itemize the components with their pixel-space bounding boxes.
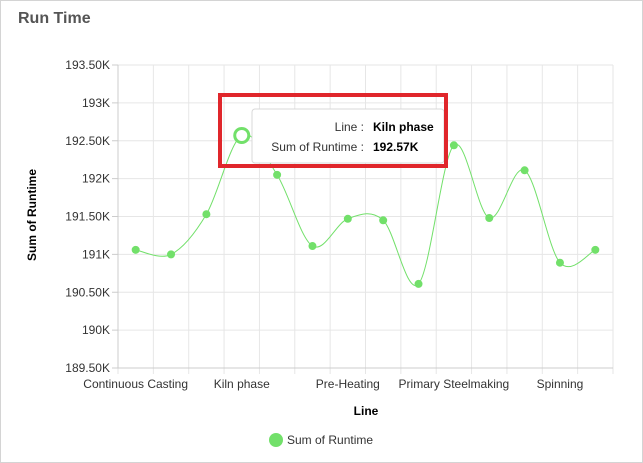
- data-point[interactable]: [414, 279, 423, 288]
- x-tick-label: Pre-Heating: [316, 377, 380, 391]
- y-tick-label: 193K: [82, 96, 110, 110]
- y-tick-label: 193.50K: [65, 58, 110, 72]
- y-tick-label: 191.50K: [65, 210, 110, 224]
- x-tick-label: Kiln phase: [214, 377, 270, 391]
- y-axis-title: Sum of Runtime: [25, 169, 39, 261]
- tooltip-runtime-value: 192.57K: [373, 140, 419, 154]
- x-tick-label: Primary Steelmaking: [399, 377, 510, 391]
- data-point[interactable]: [202, 210, 211, 219]
- data-point[interactable]: [555, 258, 564, 267]
- y-axis: 193.50K 193K 192.50K 192K 191.50K 191K 190.50K…: [65, 58, 119, 375]
- x-tick-label: Continuous Casting: [83, 377, 188, 391]
- data-point[interactable]: [273, 170, 282, 179]
- data-point[interactable]: [520, 166, 529, 175]
- data-point[interactable]: [449, 141, 458, 150]
- tooltip-line-label: Line :: [335, 120, 364, 134]
- data-point[interactable]: [308, 242, 317, 251]
- line-chart: 193.50K 193K 192.50K 192K 191.50K 191K 190.50K…: [25, 58, 614, 447]
- data-point-highlighted[interactable]: [233, 126, 251, 144]
- data-point[interactable]: [131, 245, 140, 254]
- tooltip: Line : Kiln phase Sum of Runtime : 192.5…: [251, 108, 445, 164]
- tooltip-runtime-label: Sum of Runtime :: [271, 140, 364, 154]
- y-tick-label: 189.50K: [65, 361, 110, 375]
- data-point[interactable]: [343, 214, 352, 223]
- data-point[interactable]: [485, 214, 494, 223]
- legend-swatch: [269, 433, 283, 447]
- x-tick-label: Spinning: [537, 377, 584, 391]
- y-tick-label: 192.50K: [65, 134, 110, 148]
- data-point[interactable]: [379, 216, 388, 225]
- data-point[interactable]: [591, 245, 600, 254]
- x-axis: Continuous Casting Kiln phase Pre-Heating P…: [83, 367, 613, 391]
- tooltip-line-value: Kiln phase: [373, 120, 434, 134]
- x-axis-title: Line: [354, 404, 379, 418]
- y-tick-label: 190K: [82, 323, 110, 337]
- data-point[interactable]: [167, 250, 176, 259]
- y-tick-label: 190.50K: [65, 285, 110, 299]
- legend-label: Sum of Runtime: [287, 433, 373, 447]
- y-tick-label: 192K: [82, 172, 110, 186]
- tooltip-box: [251, 108, 445, 164]
- y-tick-label: 191K: [82, 247, 110, 261]
- legend[interactable]: Sum of Runtime: [269, 433, 373, 447]
